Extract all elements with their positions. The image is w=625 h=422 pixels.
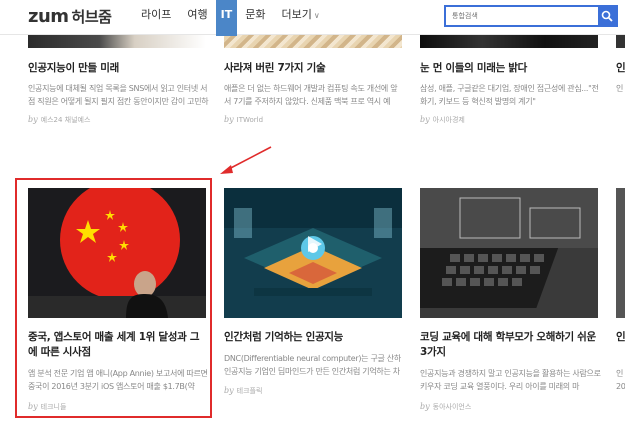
article-source: by 아시아경제 [420,115,465,125]
by-label: by [420,115,430,124]
red-arrow-annotation [220,146,272,174]
main-nav: 라이프 여행 IT 문화 더보기 ∨ [133,0,328,36]
nav-travel[interactable]: 여행 [179,0,215,34]
ai-memory-thumbnail-image [224,188,402,318]
article-thumbnail[interactable] [28,188,206,318]
search-input[interactable] [446,7,598,25]
by-label: by [224,115,234,124]
by-label: by [28,402,38,411]
keyboard-thumbnail-image [420,188,598,318]
source-name: 예스24 채널예스 [40,116,91,124]
article-title[interactable]: 인 [616,61,625,76]
source-name: ITWorld [236,116,264,124]
article-thumbnail[interactable] [616,188,625,318]
article-title[interactable]: 인공지능이 만들 미래 [28,61,210,76]
article-summary: 인 2012 공 [616,369,625,391]
logo-sub: 허브줌 [71,8,112,26]
article-thumbnail[interactable] [224,188,402,318]
by-label: by [420,402,430,411]
chevron-down-icon: ∨ [313,11,320,20]
article-title[interactable]: 중국, 앱스토어 매출 세계 1위 달성과 그에 따른 시사점 [28,330,206,360]
article-summary: 인공지능과 경쟁하지 말고 인공지능을 활용하는 사람으로 키우자 코딩 교육 … [420,369,601,391]
search-button[interactable] [598,7,616,25]
article-title[interactable]: 인간처럼 기억하는 인공지능 [224,330,406,345]
article-thumbnail[interactable] [420,188,598,318]
zum-logo[interactable]: zum 허브줌 [28,6,112,27]
logo-brand: zum [28,6,69,27]
article-summary: DNC(Differentiable neural computer)는 구글 … [224,354,401,376]
nav-more-label: 더보기 [281,8,312,21]
article-source: by 테크니들 [28,402,66,412]
source-name: 테크니들 [40,403,67,411]
article-summary: 앱 분석 전문 기업 앱 애니(App Annie) 보고서에 따르면 중국이 … [28,369,208,391]
by-label: by [224,386,234,395]
article-summary: 인공지능에 대체될 직업 목록을 SNS에서 읽고 인터넷 서점 직원은 어떻게… [28,84,209,106]
article-summary: 애플은 더 없는 하드웨어 개발과 컴퓨팅 속도 개선에 앞 서 7기를 주저하… [224,84,398,106]
article-title[interactable]: 눈 먼 이들의 미래는 밝다 [420,61,602,76]
article-source: by 예스24 채널예스 [28,115,90,125]
top-header: zum 허브줌 라이프 여행 IT 문화 더보기 ∨ [0,0,625,36]
source-name: 아시아경제 [432,116,465,124]
article-title[interactable]: 사라져 버린 7가지 기술 [224,61,406,76]
source-name: 동아사이언스 [432,403,472,411]
article-summary: 삼성, 애플, 구글같은 대기업, 장애인 접근성에 관심..."전화기, 키보… [420,84,599,106]
article-source: by 동아사이언스 [420,402,471,412]
article-summary: 인 [616,84,624,93]
search-icon [601,10,613,22]
source-name: 테크플릭 [236,387,263,395]
search-box [444,5,618,27]
nav-it[interactable]: IT [215,0,238,36]
nav-life[interactable]: 라이프 [133,0,179,34]
nav-culture[interactable]: 문화 [237,0,273,34]
nav-more[interactable]: 더보기 ∨ [273,0,327,34]
article-title[interactable]: 코딩 교육에 대해 학부모가 오해하기 쉬운 3가지 [420,330,600,360]
by-label: by [28,115,38,124]
china-flag-thumbnail-image [28,188,206,318]
article-source: by 테크플릭 [224,386,262,396]
article-title[interactable]: 인 [616,330,625,345]
article-source: by ITWorld [224,115,263,124]
